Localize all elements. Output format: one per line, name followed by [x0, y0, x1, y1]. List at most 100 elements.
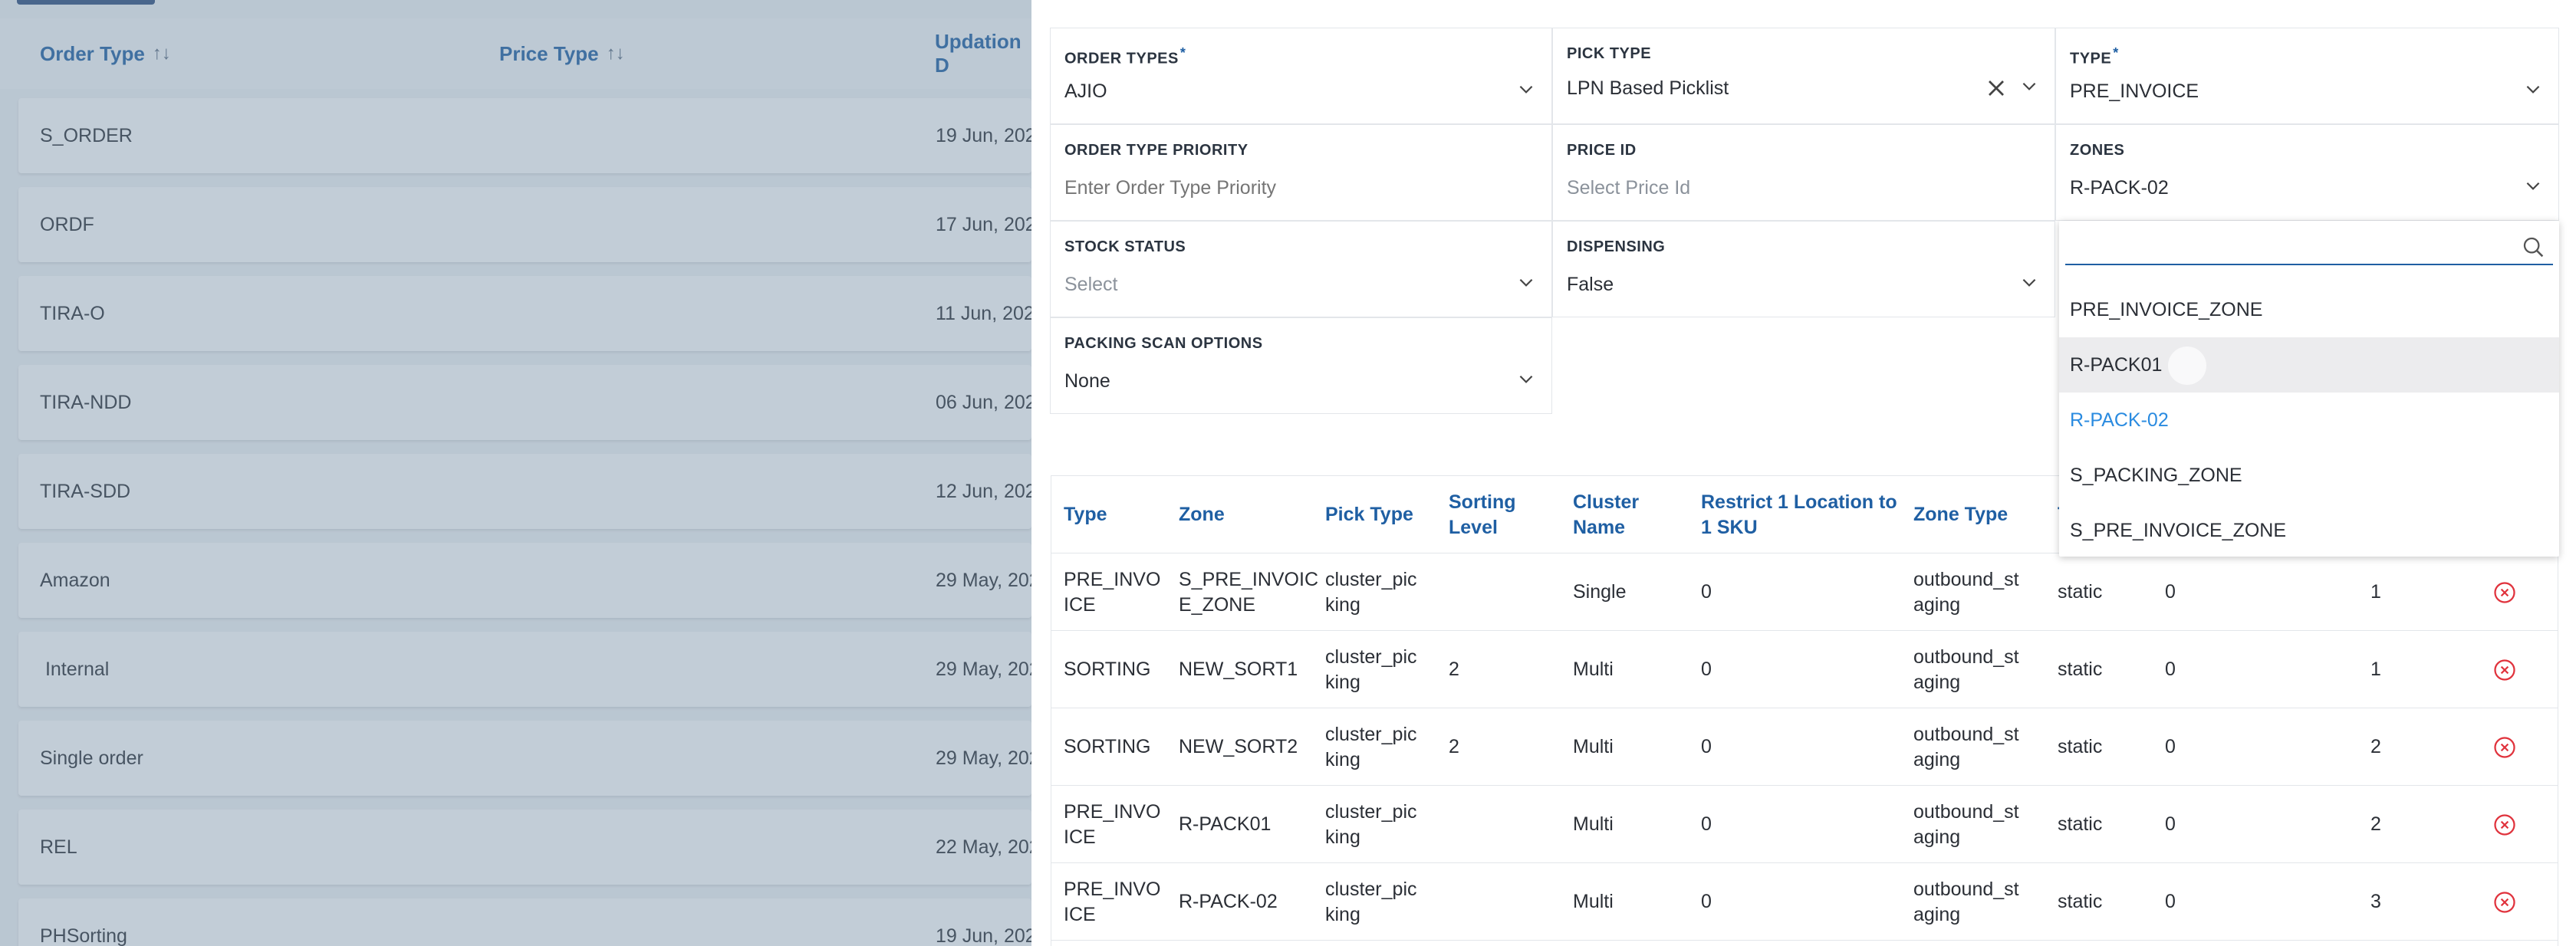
search-icon[interactable]: [2521, 235, 2547, 261]
field-label: ZONES: [2070, 142, 2125, 159]
zone-cell-zone: NEW_SORT1: [1179, 659, 1298, 680]
zone-cell-col10: 1: [2370, 659, 2381, 680]
zones-search-input[interactable]: [2065, 230, 2495, 261]
zone-cell-restrict: 0: [1701, 581, 1712, 603]
zone-cell-type: SORTING: [1064, 736, 1151, 757]
zone-cell-sorting-level: [1449, 863, 1525, 941]
field-label: TYPE *: [2070, 45, 2119, 67]
zone-cell-col8: static: [2058, 581, 2103, 603]
zone-cell-cluster-name: Multi: [1573, 891, 1614, 912]
field-value: False: [1567, 274, 1614, 295]
zone-cell-col9: 0: [2165, 659, 2176, 680]
type-select[interactable]: TYPE * PRE_INVOICE: [2055, 28, 2559, 124]
zone-option[interactable]: R-PACK01: [2059, 337, 2559, 393]
remove-circle-icon[interactable]: [2493, 813, 2516, 836]
zone-cell-pick-type: cluster_pic king: [1325, 568, 1417, 616]
order-type-priority-field: ORDER TYPE PRIORITY: [1050, 124, 1552, 221]
chevron-down-icon[interactable]: [2019, 76, 2039, 96]
chevron-down-icon[interactable]: [2523, 176, 2543, 195]
field-value: LPN Based Picklist: [1567, 77, 1729, 99]
pick-type-select[interactable]: PICK TYPE LPN Based Picklist: [1552, 28, 2055, 124]
zone-cell-cluster-name: Multi: [1573, 813, 1614, 835]
zone-cell-zone-type: outbound_st aging: [1913, 568, 2019, 616]
field-label: ORDER TYPES *: [1064, 45, 1186, 67]
zone-cell-col9: 0: [2165, 891, 2176, 912]
zone-cell-col8: static: [2058, 813, 2103, 835]
zone-cell-col9: 0: [2165, 581, 2176, 603]
zone-cell-zone-type: outbound_st aging: [1913, 878, 2019, 925]
zone-cell-cluster-name: Multi: [1573, 659, 1614, 680]
remove-circle-icon[interactable]: [2493, 736, 2516, 759]
field-value: AJIO: [1064, 80, 1107, 102]
zone-cell-zone-type: outbound_st aging: [1913, 723, 2019, 770]
remove-circle-icon[interactable]: [2493, 581, 2516, 604]
zone-cell-col10: 3: [2370, 891, 2381, 912]
zone-option-selected[interactable]: R-PACK-02: [2059, 393, 2559, 448]
column-header-zone: Zone: [1179, 504, 1225, 525]
close-icon[interactable]: [1982, 74, 2010, 102]
column-header-restrict-location: Restrict 1 Location to 1 SKU: [1701, 491, 1897, 538]
field-label: PACKING SCAN OPTIONS: [1064, 335, 1263, 352]
zone-cell-pick-type: cluster_pic king: [1325, 723, 1417, 770]
zone-cell-sorting-level: 2: [1449, 736, 1459, 757]
zone-cell-sorting-level: [1449, 786, 1525, 863]
column-header-sorting-level: Sorting Level: [1449, 491, 1516, 538]
order-type-priority-input[interactable]: [1064, 177, 1494, 199]
zone-cell-zone-type: outbound_st aging: [1913, 800, 2019, 848]
remove-circle-icon[interactable]: [2493, 659, 2516, 682]
zone-cell-zone: R-PACK-02: [1179, 891, 1278, 912]
dispensing-select[interactable]: DISPENSING False: [1552, 221, 2055, 317]
packing-scan-options-select[interactable]: PACKING SCAN OPTIONS None: [1050, 317, 1552, 414]
zone-cell-type: PRE_INVO ICE: [1064, 878, 1161, 925]
zone-option-label: R-PACK01: [2070, 353, 2163, 376]
zone-cell-col8: static: [2058, 891, 2103, 912]
chevron-down-icon[interactable]: [2019, 272, 2039, 292]
zone-table-row: PRE_INVO ICE R-PACK01 cluster_pic king Mult…: [1051, 786, 2558, 863]
zone-cell-col8: static: [2058, 736, 2103, 757]
zone-cell-cluster-name: Multi: [1573, 736, 1614, 757]
field-value: PRE_INVOICE: [2070, 80, 2199, 102]
zone-cell-type: PRE_INVO ICE: [1064, 568, 1161, 616]
field-label: STOCK STATUS: [1064, 238, 1186, 255]
field-value: None: [1064, 370, 1110, 392]
zone-cell-sorting-level: [1449, 553, 1525, 631]
field-label: PRICE ID: [1567, 142, 1637, 159]
zone-option[interactable]: S_PACKING_ZONE: [2059, 448, 2559, 503]
zone-table-row: PRE_INVO ICE S_PRE_INVOIC E_ZONE cluster_p…: [1051, 553, 2558, 631]
zone-cell-type: PRE_INVO ICE: [1064, 800, 1161, 848]
price-id-placeholder: Select Price Id: [1567, 177, 1691, 199]
zone-cell-col8: static: [2058, 659, 2103, 680]
chevron-down-icon[interactable]: [1516, 369, 1536, 389]
chevron-down-icon[interactable]: [1516, 79, 1536, 99]
remove-circle-icon[interactable]: [2493, 891, 2516, 914]
chevron-down-icon[interactable]: [1516, 272, 1536, 292]
order-types-select[interactable]: ORDER TYPES * AJIO: [1050, 28, 1552, 124]
zone-cell-pick-type: cluster_pic king: [1325, 645, 1417, 693]
zone-cell-restrict: 0: [1701, 813, 1712, 835]
zone-cell-pick-type: cluster_pic king: [1325, 800, 1417, 848]
column-header-zone-type: Zone Type: [1913, 504, 2008, 525]
zones-select[interactable]: ZONES R-PACK-02: [2055, 124, 2559, 221]
zone-cell-zone-type: outbound_st aging: [1913, 645, 2019, 693]
zone-cell-col9: 0: [2165, 813, 2176, 835]
zone-option[interactable]: PRE_INVOICE_ZONE: [2059, 282, 2559, 337]
zones-search-box: [2065, 230, 2553, 265]
modal-backdrop[interactable]: [0, 0, 1031, 946]
column-header-type: Type: [1064, 504, 1107, 525]
zone-cell-type: SORTING: [1064, 659, 1151, 680]
zone-cell-cluster-name: Single: [1573, 581, 1627, 603]
price-id-select[interactable]: PRICE ID Select Price Id: [1552, 124, 2055, 221]
zone-cell-restrict: 0: [1701, 659, 1712, 680]
zone-option[interactable]: S_PRE_INVOICE_ZONE: [2059, 503, 2559, 558]
zone-cell-restrict: 0: [1701, 891, 1712, 912]
zone-table-row: SORTING NEW_SORT1 cluster_pic king 2 Multi 0 o…: [1051, 631, 2558, 708]
column-header-cluster-name: Cluster Name: [1573, 491, 1640, 538]
zones-dropdown-menu: PRE_INVOICE_ZONE R-PACK01 R-PACK-02 S_PA…: [2059, 221, 2559, 557]
zone-cell-pick-type: cluster_pic king: [1325, 878, 1417, 925]
field-label: PICK TYPE: [1567, 45, 1652, 62]
zone-cell-col10: 2: [2370, 813, 2381, 835]
stock-status-select[interactable]: STOCK STATUS Select: [1050, 221, 1552, 317]
chevron-down-icon[interactable]: [2523, 79, 2543, 99]
field-label: DISPENSING: [1567, 238, 1666, 255]
zone-table-row: SORTING NEW_SORT2 cluster_pic king 2 Multi 0 o…: [1051, 708, 2558, 786]
